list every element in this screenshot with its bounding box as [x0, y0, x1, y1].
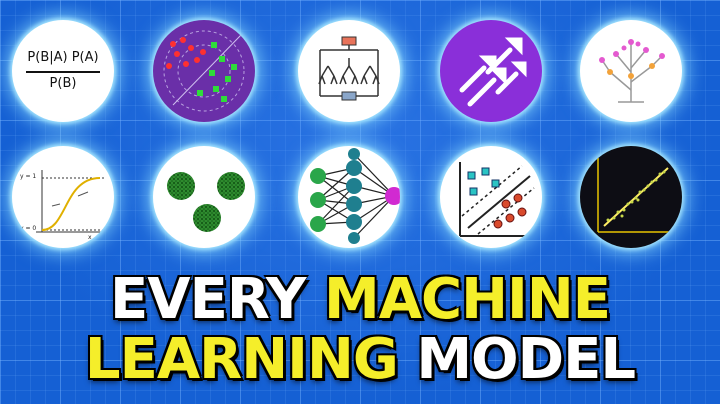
boosting-arrows-icon — [440, 20, 542, 122]
bayes-formula-icon: P(B|A) P(A) P(B) — [12, 20, 114, 122]
y0-label: y = 0 — [20, 225, 37, 232]
x-label: x — [88, 234, 92, 241]
linear-regression-icon — [580, 146, 682, 248]
headline-word-machine: MACHINE — [323, 267, 611, 332]
bayes-denominator: P(B) — [49, 76, 77, 91]
headline-word-model: MODEL — [416, 327, 636, 392]
random-forest-tree — [599, 39, 665, 103]
headline-line-1: EVERY MACHINE — [0, 272, 720, 328]
scatter-plot — [163, 30, 245, 112]
logistic-curve-icon: y = 1 y = 0 x — [12, 146, 114, 248]
headline-word-learning: LEARNING — [84, 327, 399, 392]
headline-line-2: LEARNING MODEL — [0, 332, 720, 388]
cluster-blobs — [167, 172, 245, 232]
fraction-line — [26, 71, 100, 73]
svm-plot — [459, 162, 535, 237]
kmeans-clusters-icon — [153, 146, 255, 248]
y1-label: y = 1 — [20, 173, 37, 180]
network-graph — [310, 148, 400, 244]
arrows-graphic — [459, 37, 527, 107]
tree-diagram — [318, 36, 380, 101]
neural-network-icon — [298, 146, 400, 248]
headline-word-every: EVERY — [110, 267, 306, 332]
regression-plot — [597, 158, 674, 233]
bayes-numerator: P(B|A) P(A) — [27, 50, 99, 65]
sigmoid-plot — [36, 170, 104, 233]
svm-margin-icon — [440, 146, 542, 248]
decision-tree-icon — [298, 20, 400, 122]
clustering-scatter-icon — [153, 20, 255, 122]
tree-icon — [580, 20, 682, 122]
